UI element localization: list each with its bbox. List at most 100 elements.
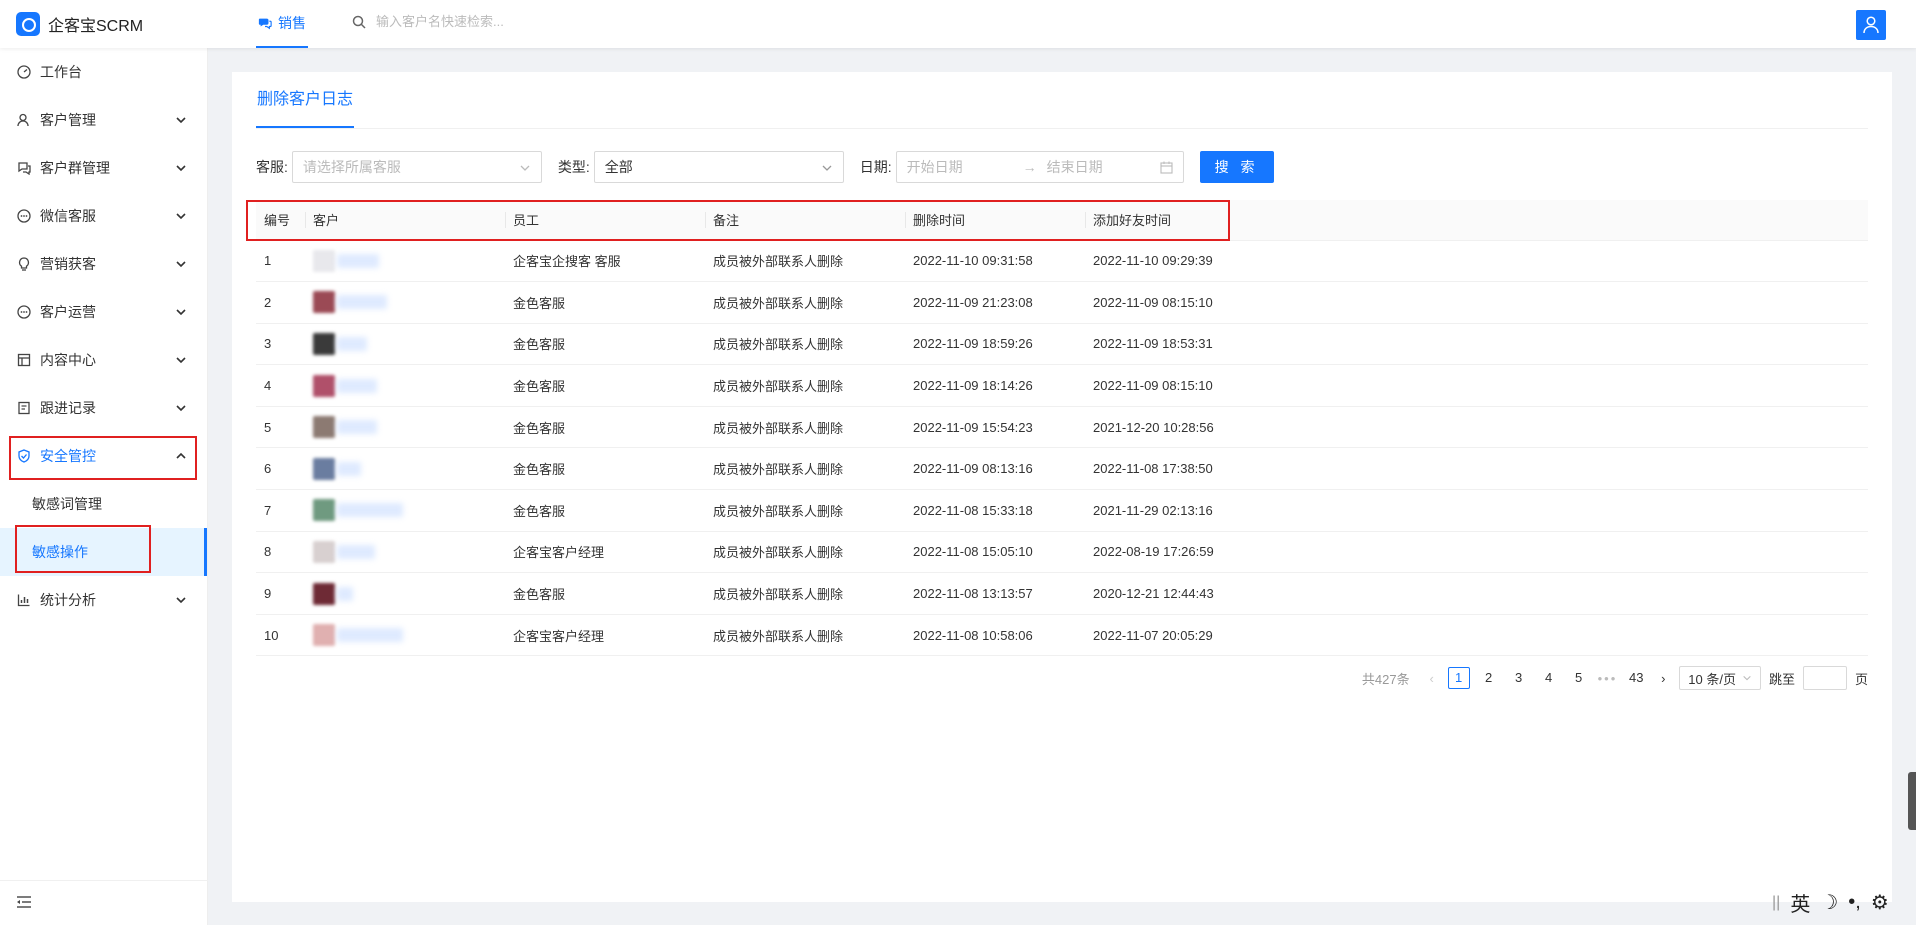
sidebar-subitem-sensitive-operations[interactable]: 敏感操作 <box>0 528 207 576</box>
service-filter-label: 客服: <box>256 159 288 175</box>
tab-sales-label: 销售 <box>278 15 306 31</box>
tab-sales[interactable]: 销售 <box>256 0 308 48</box>
column-header-number: 编号 <box>256 200 305 241</box>
chat-group-icon <box>16 160 32 176</box>
cell-delete-time: 2022-11-09 18:14:26 <box>905 364 1085 407</box>
sidebar-item-label: 客户群管理 <box>40 160 110 176</box>
cell-customer[interactable] <box>305 364 505 407</box>
date-range-picker[interactable]: 开始日期 → 结束日期 <box>895 151 1184 183</box>
service-select[interactable]: 请选择所属客服 <box>291 151 542 183</box>
cell-staff: 企客宝客户经理 <box>505 531 705 574</box>
gear-icon[interactable]: ⚙ <box>1871 890 1889 915</box>
page-2[interactable]: 2 <box>1478 667 1500 689</box>
table-row[interactable]: 9 金色客服 成员被外部联系人删除 2022-11-08 13:13:57 2020-1… <box>256 572 1868 615</box>
punctuation-icon[interactable]: •, <box>1848 891 1861 914</box>
customer-name-blurred <box>337 295 387 310</box>
customer-name-blurred <box>337 544 375 559</box>
cell-customer[interactable] <box>305 489 505 532</box>
cell-delete-time: 2022-11-08 15:33:18 <box>905 489 1085 532</box>
sidebar-subitem-sensitive-words[interactable]: 敏感词管理 <box>0 480 207 528</box>
cell-staff: 金色客服 <box>505 281 705 324</box>
search-button[interactable]: 搜 索 <box>1199 151 1274 183</box>
ime-language-toggle[interactable]: 英 <box>1790 888 1810 917</box>
page-1[interactable]: 1 <box>1447 667 1470 689</box>
prev-page-icon[interactable]: ‹ <box>1424 671 1440 686</box>
customer-name-blurred <box>337 461 361 476</box>
table-row[interactable]: 8 企客宝客户经理 成员被外部联系人删除 2022-11-08 15:05:10 202… <box>256 531 1868 574</box>
customer-avatar <box>313 457 335 480</box>
table-row[interactable]: 1 企客宝企搜客 客服 成员被外部联系人删除 2022-11-10 09:31:58 2… <box>256 240 1868 283</box>
jump-page-input[interactable] <box>1802 666 1847 690</box>
cell-customer[interactable] <box>305 531 505 574</box>
table-row[interactable]: 6 金色客服 成员被外部联系人删除 2022-11-09 08:13:16 2022-1… <box>256 447 1868 491</box>
tab-delete-customer-log[interactable]: 删除客户日志 <box>256 72 355 128</box>
customer-search-input[interactable] <box>376 14 636 29</box>
search-icon <box>352 15 366 29</box>
sidebar-item-customer-management[interactable]: 客户管理 <box>0 96 207 144</box>
customer-avatar <box>313 374 335 397</box>
customer-name-blurred <box>337 503 403 518</box>
cell-number: 5 <box>256 406 305 449</box>
page-4[interactable]: 4 <box>1538 667 1560 689</box>
cell-delete-time: 2022-11-09 18:59:26 <box>905 323 1085 366</box>
chevron-up-icon <box>176 452 186 459</box>
range-arrow-icon: → <box>1022 159 1037 175</box>
sidebar-item-statistics[interactable]: 统计分析 <box>0 576 207 624</box>
page-5[interactable]: 5 <box>1568 667 1590 689</box>
cell-customer[interactable] <box>305 240 505 283</box>
cell-number: 4 <box>256 364 305 407</box>
sidebar-item-content-center[interactable]: 内容中心 <box>0 336 207 384</box>
app-logo[interactable]: 企客宝SCRM <box>16 12 143 36</box>
cell-added-time: 2022-11-10 09:29:39 <box>1085 240 1868 283</box>
cell-delete-time: 2022-11-09 08:13:16 <box>905 447 1085 491</box>
customer-avatar <box>313 332 335 355</box>
sidebar-item-follow-records[interactable]: 跟进记录 <box>0 384 207 432</box>
sidebar-item-wechat-service[interactable]: 微信客服 <box>0 192 207 240</box>
table-row[interactable]: 4 金色客服 成员被外部联系人删除 2022-11-09 18:14:26 2022-1… <box>256 364 1868 407</box>
page-3[interactable]: 3 <box>1508 667 1530 689</box>
collapse-menu-icon[interactable] <box>16 895 32 909</box>
sidebar-item-label: 营销获客 <box>40 256 96 272</box>
cell-customer[interactable] <box>305 281 505 324</box>
table-row[interactable]: 10 企客宝客户经理 成员被外部联系人删除 2022-11-08 10:58:06 20… <box>256 614 1868 657</box>
sidebar-subitem-label: 敏感词管理 <box>32 496 102 512</box>
chevron-down-icon <box>176 597 186 604</box>
user-avatar[interactable] <box>1856 10 1886 40</box>
chevron-down-icon <box>176 117 186 124</box>
cell-customer[interactable] <box>305 447 505 491</box>
sidebar-item-group-management[interactable]: 客户群管理 <box>0 144 207 192</box>
cell-customer[interactable] <box>305 572 505 615</box>
page-ellipsis[interactable]: ••• <box>1598 671 1618 686</box>
table-row[interactable]: 2 金色客服 成员被外部联系人删除 2022-11-09 21:23:08 2022-1… <box>256 281 1868 324</box>
cell-note: 成员被外部联系人删除 <box>705 323 905 366</box>
end-date-input[interactable]: 结束日期 <box>1047 157 1103 177</box>
customer-name-blurred <box>337 378 377 393</box>
cell-note: 成员被外部联系人删除 <box>705 531 905 574</box>
moon-icon[interactable]: ☽ <box>1820 890 1838 915</box>
table-row[interactable]: 7 金色客服 成员被外部联系人删除 2022-11-08 15:33:18 2021-1… <box>256 489 1868 532</box>
cell-added-time: 2022-11-07 20:05:29 <box>1085 614 1868 657</box>
side-drawer-handle[interactable] <box>1908 772 1916 830</box>
type-select[interactable]: 全部 <box>593 151 844 183</box>
page-size-select[interactable]: 10 条/页 <box>1679 666 1761 690</box>
sidebar-item-marketing[interactable]: 营销获客 <box>0 240 207 288</box>
cell-note: 成员被外部联系人删除 <box>705 489 905 532</box>
sidebar-item-security[interactable]: 安全管控 <box>0 432 207 480</box>
cell-customer[interactable] <box>305 406 505 449</box>
type-select-value: 全部 <box>604 159 633 175</box>
page-last[interactable]: 43 <box>1625 667 1647 689</box>
chevron-down-icon <box>176 405 186 412</box>
sidebar-item-workbench[interactable]: 工作台 <box>0 48 207 96</box>
cell-staff: 金色客服 <box>505 447 705 491</box>
cell-note: 成员被外部联系人删除 <box>705 364 905 407</box>
start-date-input[interactable]: 开始日期 <box>907 157 1023 177</box>
table-row[interactable]: 3 金色客服 成员被外部联系人删除 2022-11-09 18:59:26 2022-1… <box>256 323 1868 366</box>
cell-customer[interactable] <box>305 614 505 657</box>
table-row[interactable]: 5 金色客服 成员被外部联系人删除 2022-11-09 15:54:23 2021-1… <box>256 406 1868 449</box>
cell-staff: 企客宝企搜客 客服 <box>505 240 705 283</box>
next-page-icon[interactable]: › <box>1655 671 1671 686</box>
cell-customer[interactable] <box>305 323 505 366</box>
cell-staff: 金色客服 <box>505 572 705 615</box>
chat-icon <box>258 18 272 30</box>
sidebar-item-customer-operation[interactable]: 客户运营 <box>0 288 207 336</box>
